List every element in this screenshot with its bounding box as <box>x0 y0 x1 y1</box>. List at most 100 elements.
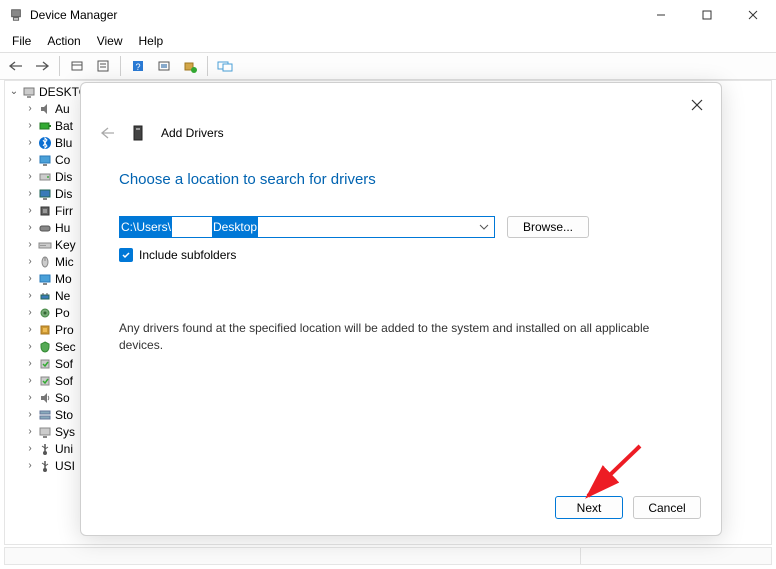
expander-icon[interactable]: › <box>23 324 37 335</box>
tree-item-label: Sys <box>55 425 75 439</box>
toolbar: ? <box>0 52 776 80</box>
menu-file[interactable]: File <box>4 32 39 50</box>
tree-item-label: Bat <box>55 119 73 133</box>
mouse-icon <box>37 254 53 270</box>
computer-icon <box>21 84 37 100</box>
expander-icon[interactable]: › <box>23 392 37 403</box>
tree-item-label: Blu <box>55 136 72 150</box>
expander-icon[interactable]: › <box>23 273 37 284</box>
expander-icon[interactable]: › <box>23 443 37 454</box>
expander-icon[interactable]: › <box>23 409 37 420</box>
tree-item-label: Hu <box>55 221 70 235</box>
maximize-button[interactable] <box>684 0 730 30</box>
speaker-icon <box>37 101 53 117</box>
expander-icon[interactable]: › <box>23 222 37 233</box>
expander-icon[interactable]: › <box>23 341 37 352</box>
security-icon <box>37 339 53 355</box>
tree-item-label: USI <box>55 459 75 473</box>
include-subfolders-checkbox[interactable] <box>119 248 133 262</box>
tree-item-label: Sec <box>55 340 76 354</box>
menu-view[interactable]: View <box>89 32 131 50</box>
expander-icon[interactable]: › <box>23 460 37 471</box>
disk-icon <box>37 169 53 185</box>
path-selected-1: C:\Users\ <box>120 217 172 237</box>
status-bar <box>4 547 772 565</box>
devices-button[interactable] <box>213 54 237 78</box>
expander-icon[interactable]: › <box>23 120 37 131</box>
battery-icon <box>37 118 53 134</box>
browse-button[interactable]: Browse... <box>507 216 589 238</box>
menu-action[interactable]: Action <box>39 32 88 50</box>
sound-icon <box>37 390 53 406</box>
tree-item-label: Mo <box>55 272 72 286</box>
tree-item-label: Sof <box>55 374 73 388</box>
path-combobox[interactable]: C:\Users\ Desktop <box>119 216 495 238</box>
driver-icon <box>131 125 147 141</box>
help-button[interactable]: ? <box>126 54 150 78</box>
dialog-close-button[interactable] <box>683 91 711 119</box>
tree-item-label: Sto <box>55 408 73 422</box>
include-subfolders-label: Include subfolders <box>139 248 236 262</box>
display-icon <box>37 186 53 202</box>
expander-icon[interactable]: › <box>23 205 37 216</box>
cancel-button[interactable]: Cancel <box>633 496 701 519</box>
app-icon <box>8 7 24 23</box>
cpu-icon <box>37 322 53 338</box>
tree-item-label: Co <box>55 153 70 167</box>
minimize-button[interactable] <box>638 0 684 30</box>
ports-icon <box>37 305 53 321</box>
storage-icon <box>37 407 53 423</box>
expander-icon[interactable]: › <box>23 375 37 386</box>
tree-item-label: Pro <box>55 323 74 337</box>
add-driver-button[interactable] <box>178 54 202 78</box>
show-hidden-button[interactable] <box>65 54 89 78</box>
tree-item-label: Au <box>55 102 70 116</box>
expander-icon[interactable]: › <box>23 154 37 165</box>
expander-icon[interactable]: ⌄ <box>7 86 21 97</box>
software-icon <box>37 356 53 372</box>
tree-item-label: Firr <box>55 204 73 218</box>
bluetooth-icon <box>37 135 53 151</box>
tree-item-label: Dis <box>55 187 72 201</box>
expander-icon[interactable]: › <box>23 188 37 199</box>
dialog-title: Add Drivers <box>161 126 224 140</box>
tree-item-label: Ne <box>55 289 70 303</box>
hid-icon <box>37 220 53 236</box>
keyboard-icon <box>37 237 53 253</box>
expander-icon[interactable]: › <box>23 137 37 148</box>
back-button[interactable] <box>4 54 28 78</box>
expander-icon[interactable]: › <box>23 426 37 437</box>
next-button[interactable]: Next <box>555 496 623 519</box>
path-selected-2: Desktop <box>212 217 258 237</box>
scan-button[interactable] <box>152 54 176 78</box>
tree-item-label: Key <box>55 238 76 252</box>
usb-icon <box>37 441 53 457</box>
monitor-icon <box>37 271 53 287</box>
expander-icon[interactable]: › <box>23 239 37 250</box>
properties-button[interactable] <box>91 54 115 78</box>
dialog-info-text: Any drivers found at the specified locat… <box>119 320 679 354</box>
window-controls <box>638 0 776 30</box>
usb-icon <box>37 458 53 474</box>
add-drivers-dialog: Add Drivers Choose a location to search … <box>80 82 722 536</box>
tree-item-label: Uni <box>55 442 73 456</box>
dialog-heading: Choose a location to search for drivers <box>119 171 683 188</box>
monitor-icon <box>37 152 53 168</box>
expander-icon[interactable]: › <box>23 290 37 301</box>
expander-icon[interactable]: › <box>23 103 37 114</box>
chevron-down-icon[interactable] <box>476 219 492 235</box>
close-button[interactable] <box>730 0 776 30</box>
expander-icon[interactable]: › <box>23 171 37 182</box>
expander-icon[interactable]: › <box>23 358 37 369</box>
expander-icon[interactable]: › <box>23 256 37 267</box>
tree-item-label: Dis <box>55 170 72 184</box>
dialog-back-button[interactable] <box>97 123 117 143</box>
tree-item-label: Po <box>55 306 70 320</box>
menu-help[interactable]: Help <box>131 32 172 50</box>
network-icon <box>37 288 53 304</box>
tree-item-label: Mic <box>55 255 74 269</box>
software-icon <box>37 373 53 389</box>
forward-button[interactable] <box>30 54 54 78</box>
expander-icon[interactable]: › <box>23 307 37 318</box>
tree-item-label: So <box>55 391 70 405</box>
